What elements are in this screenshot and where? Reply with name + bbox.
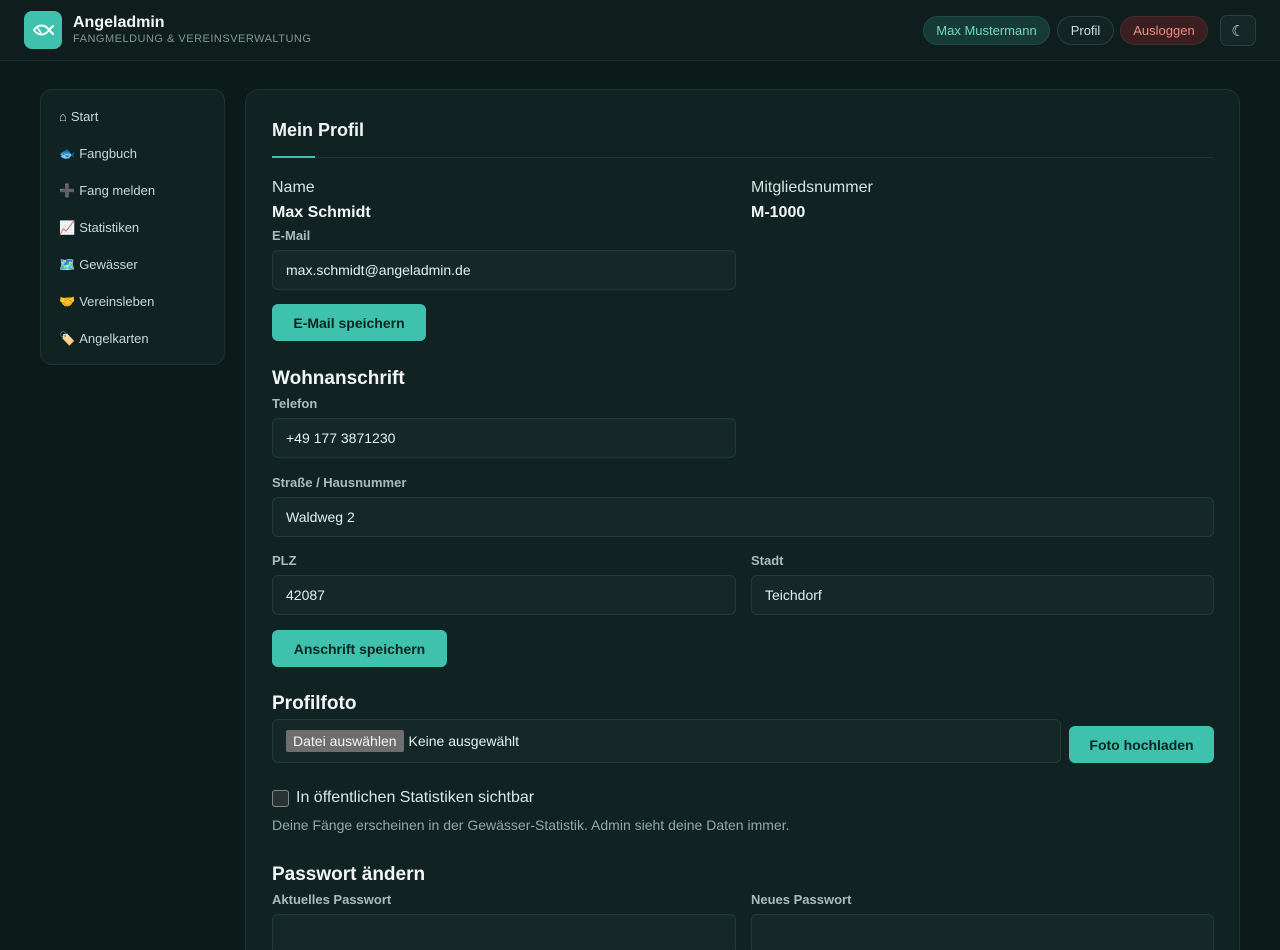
password-section-title: Passwort ändern xyxy=(272,864,426,885)
phone-field[interactable]: +49 177 3871230 xyxy=(272,418,736,458)
current-password-label: Aktuelles Passwort xyxy=(272,892,392,907)
profile-button[interactable]: Profil xyxy=(1057,16,1114,45)
sidebar-item-start[interactable]: ⌂ Start xyxy=(41,106,224,143)
top-bar: Angeladmin FANGMELDUNG & VEREINSVERWALTU… xyxy=(0,0,1280,61)
email-label: E-Mail xyxy=(272,228,311,243)
sidebar-item-gewaesser[interactable]: 🗺️ Gewässer xyxy=(41,254,224,291)
title-divider xyxy=(272,157,1213,158)
photo-file-input[interactable]: Datei auswählen Keine ausgewählt xyxy=(272,719,1061,763)
sidebar-item-vereinsleben[interactable]: 🤝 Vereinsleben xyxy=(41,291,224,328)
photo-section-title: Profilfoto xyxy=(272,693,357,714)
public-stats-label[interactable]: In öffentlichen Statistiken sichtbar xyxy=(296,789,534,807)
map-icon: 🗺️ xyxy=(59,257,76,272)
new-password-field[interactable] xyxy=(751,914,1214,950)
sidebar-item-label: Vereinsleben xyxy=(79,294,155,309)
zip-field[interactable]: 42087 xyxy=(272,575,736,615)
sidebar-item-label: Gewässer xyxy=(79,257,138,272)
logout-button[interactable]: Ausloggen xyxy=(1120,16,1208,45)
chart-icon: 📈 xyxy=(59,220,76,235)
home-icon: ⌂ xyxy=(59,109,67,124)
zip-label: PLZ xyxy=(272,553,297,568)
member-number-label: Mitgliedsnummer xyxy=(751,179,873,196)
street-field[interactable]: Waldweg 2 xyxy=(272,497,1214,537)
current-password-field[interactable] xyxy=(272,914,736,950)
fish-icon: 🐟 xyxy=(59,146,76,161)
city-field[interactable]: Teichdorf xyxy=(751,575,1214,615)
email-field[interactable]: max.schmidt@angeladmin.de xyxy=(272,250,736,290)
choose-file-button[interactable]: Datei auswählen xyxy=(286,730,404,752)
name-label: Name xyxy=(272,179,315,196)
save-address-button[interactable]: Anschrift speichern xyxy=(272,630,447,667)
public-stats-hint: Deine Fänge erscheinen in der Gewässer-S… xyxy=(272,817,790,833)
upload-photo-button[interactable]: Foto hochladen xyxy=(1069,726,1214,763)
new-password-label: Neues Passwort xyxy=(751,892,852,907)
profile-card: Mein Profil Name Max Schmidt Mitgliedsnu… xyxy=(245,89,1240,950)
brand-title: Angeladmin xyxy=(73,14,165,31)
plus-icon: ➕ xyxy=(59,183,76,198)
sidebar-item-label: Start xyxy=(70,109,99,124)
sidebar-item-label: Fang melden xyxy=(79,183,156,198)
page-title: Mein Profil xyxy=(272,120,365,140)
sidebar-item-angelkarten[interactable]: 🏷️ Angelkarten xyxy=(41,328,224,365)
no-file-text: Keine ausgewählt xyxy=(408,733,520,749)
brand-subtitle: FANGMELDUNG & VEREINSVERWALTUNG xyxy=(73,33,312,45)
name-value: Max Schmidt xyxy=(272,204,371,221)
user-pill[interactable]: Max Mustermann xyxy=(923,16,1050,45)
sidebar-item-label: Angelkarten xyxy=(79,331,149,346)
moon-icon[interactable]: ☾ xyxy=(1220,15,1256,46)
sidebar-item-fangbuch[interactable]: 🐟 Fangbuch xyxy=(41,143,224,180)
address-section-title: Wohnanschrift xyxy=(272,368,405,389)
sidebar-item-label: Statistiken xyxy=(79,220,140,235)
sidebar-nav: ⌂ Start 🐟 Fangbuch ➕ Fang melden 📈 Stati… xyxy=(40,89,225,365)
sidebar-item-fang-melden[interactable]: ➕ Fang melden xyxy=(41,180,224,217)
sidebar-item-label: Fangbuch xyxy=(79,146,138,161)
member-number-value: M-1000 xyxy=(751,204,806,221)
city-label: Stadt xyxy=(751,553,784,568)
phone-label: Telefon xyxy=(272,396,318,411)
sidebar-item-statistiken[interactable]: 📈 Statistiken xyxy=(41,217,224,254)
save-email-button[interactable]: E-Mail speichern xyxy=(272,304,426,341)
tag-icon: 🏷️ xyxy=(59,331,76,346)
street-label: Straße / Hausnummer xyxy=(272,475,407,490)
handshake-icon: 🤝 xyxy=(59,294,76,309)
title-accent xyxy=(272,156,315,158)
fish-icon[interactable] xyxy=(24,11,62,49)
public-stats-checkbox[interactable] xyxy=(272,790,289,807)
